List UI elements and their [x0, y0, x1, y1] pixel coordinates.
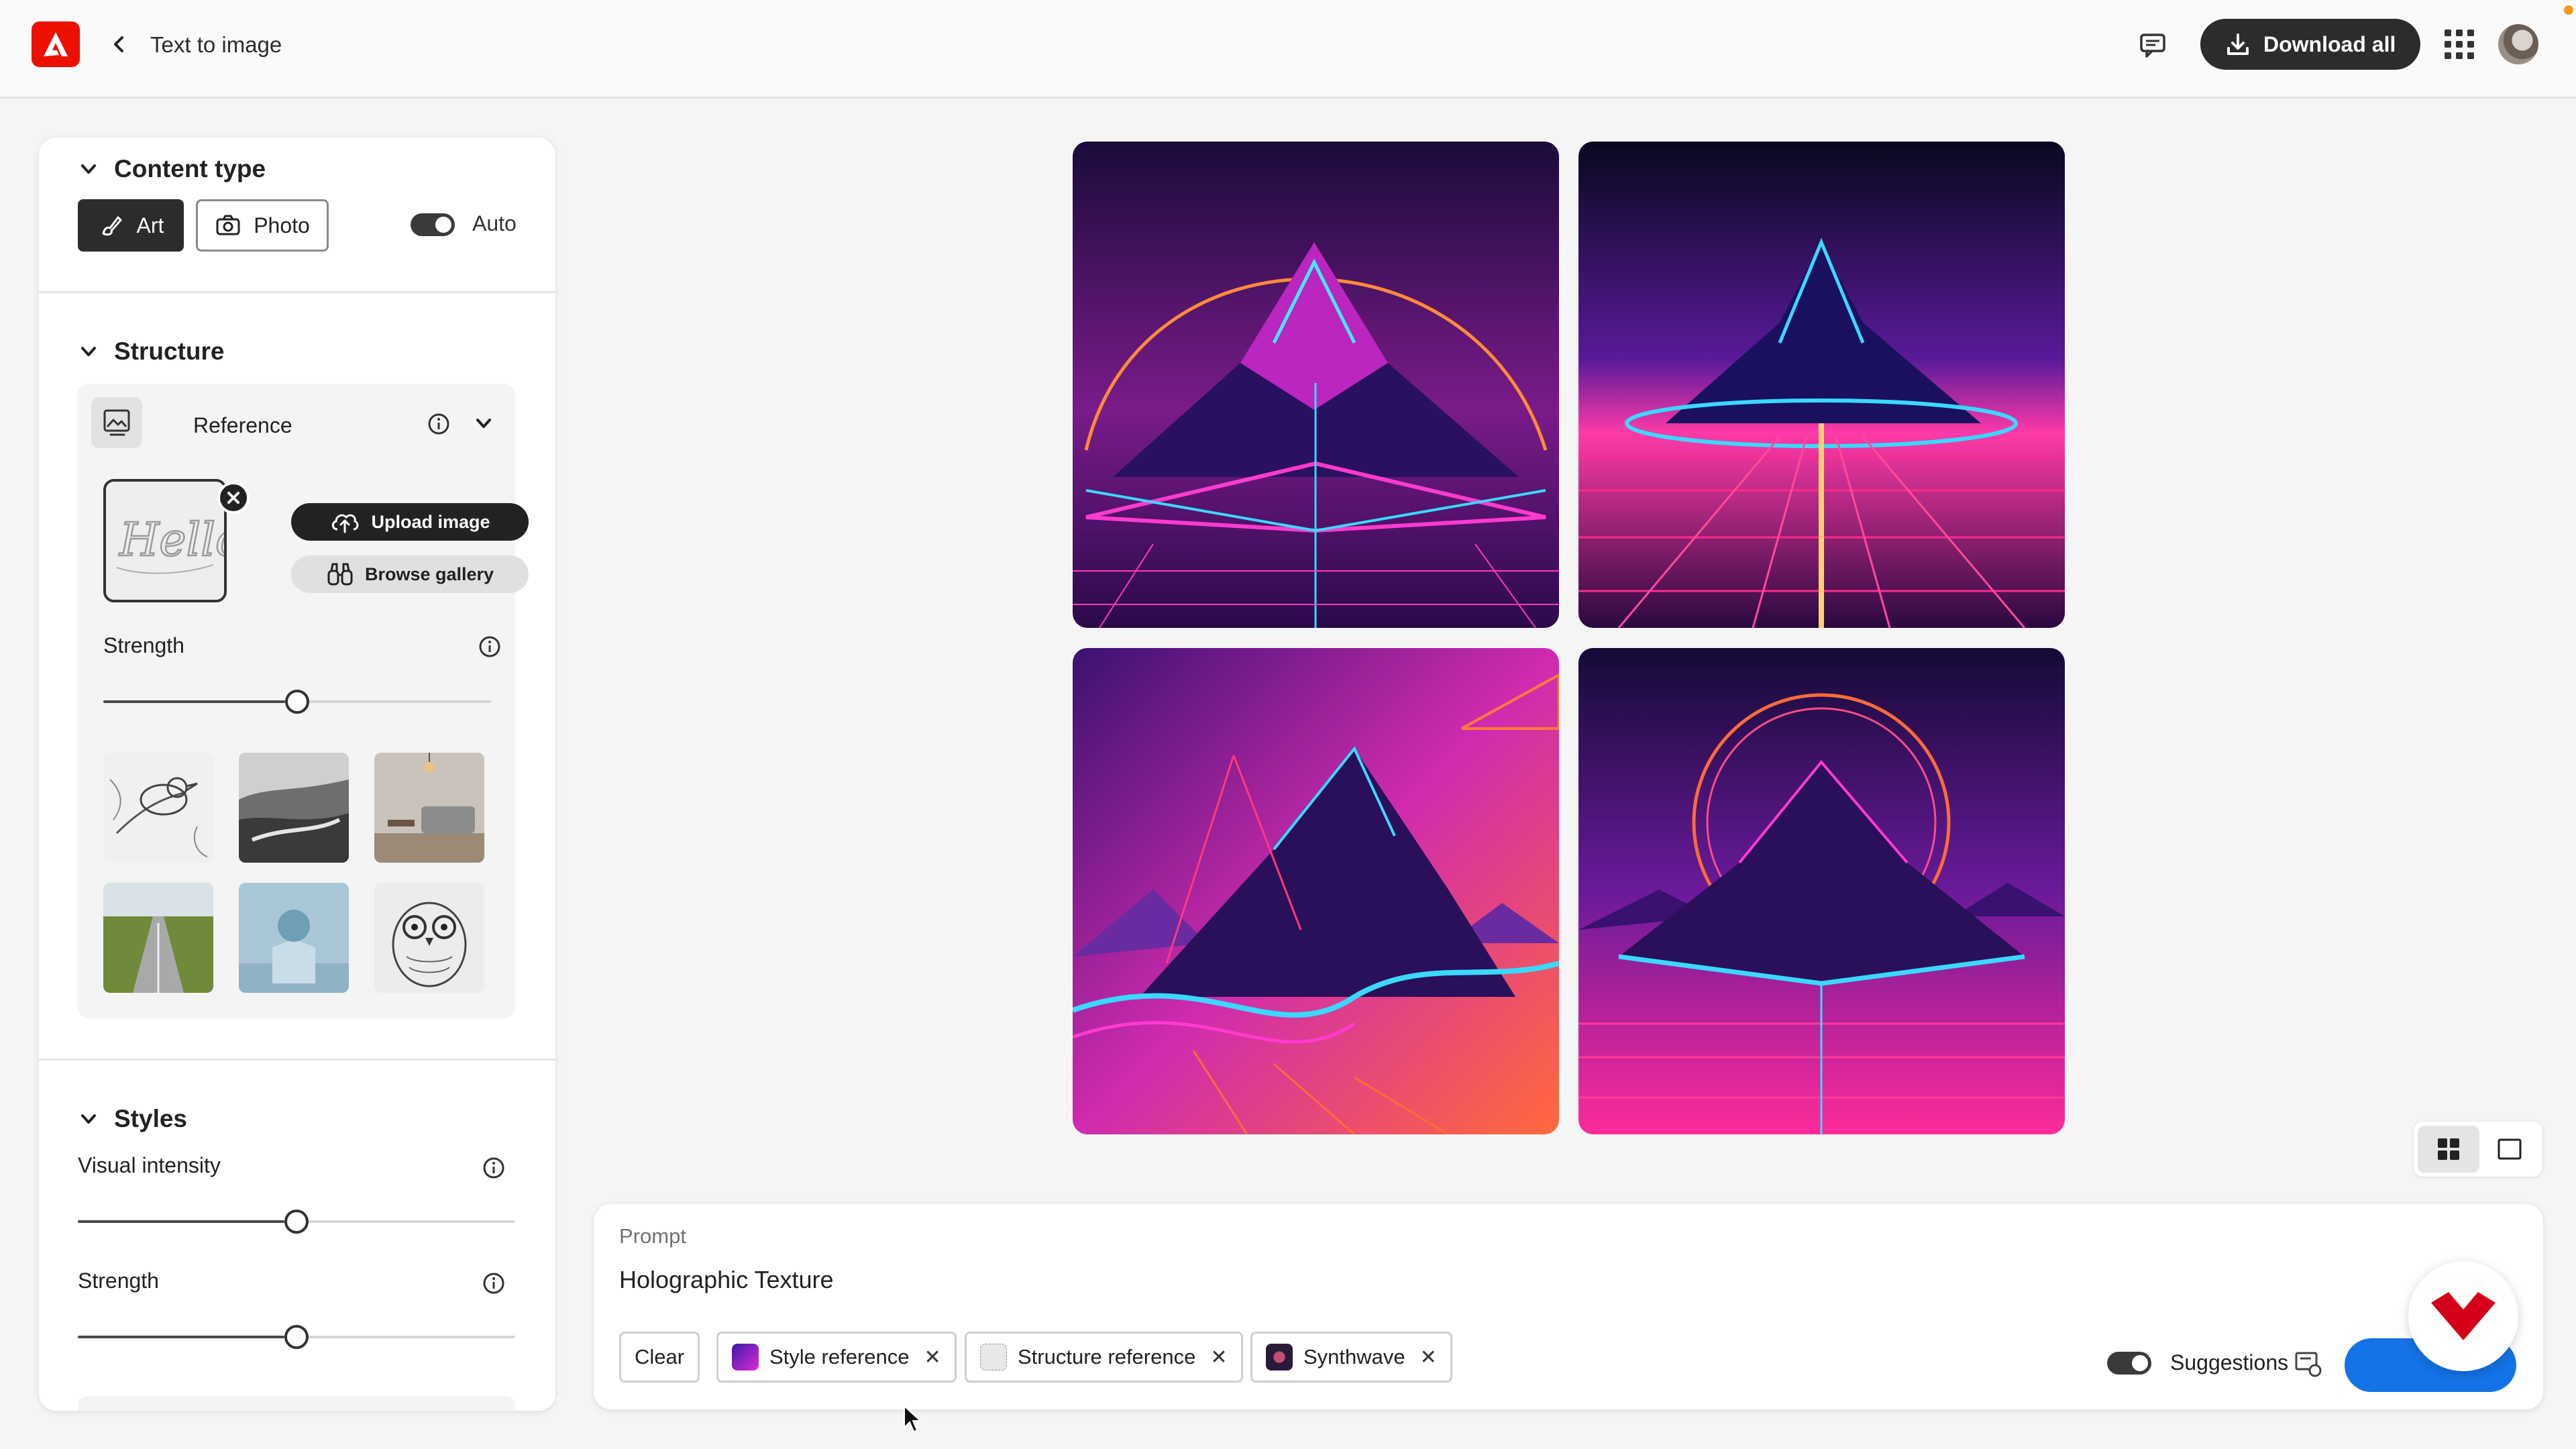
- visual-intensity-label: Visual intensity: [78, 1153, 221, 1177]
- back-chevron-icon[interactable]: [107, 32, 131, 56]
- structure-title: Structure: [114, 337, 225, 365]
- remove-chip-icon[interactable]: ✕: [1420, 1346, 1437, 1369]
- chevron-down-icon: [81, 1114, 96, 1124]
- view-mode-toggle: [2414, 1122, 2542, 1177]
- structure-reference-card: Reference Hello Upload i: [78, 384, 529, 1018]
- top-bar: Text to image Download all: [0, 0, 2576, 99]
- structure-reference-swatch-icon: [980, 1344, 1007, 1371]
- apps-grid-icon[interactable]: [2445, 30, 2474, 59]
- generated-image-2[interactable]: [1578, 142, 2065, 628]
- styles-title: Styles: [114, 1105, 188, 1132]
- structure-strength-slider[interactable]: [103, 690, 491, 714]
- grid-view-icon[interactable]: [2418, 1126, 2479, 1173]
- clear-label: Clear: [635, 1345, 685, 1368]
- styles-strength-label: Strength: [78, 1269, 159, 1293]
- info-icon[interactable]: [482, 1156, 506, 1180]
- chevron-down-icon[interactable]: [474, 413, 494, 433]
- gallery-thumb-sphere-on-cube[interactable]: [239, 883, 349, 993]
- notification-dot: [2564, 5, 2573, 15]
- info-icon[interactable]: [478, 635, 502, 659]
- reference-label: Reference: [193, 413, 292, 437]
- auto-label: Auto: [472, 211, 517, 235]
- style-reference-swatch-icon: [732, 1344, 759, 1371]
- visual-intensity-slider[interactable]: [78, 1210, 515, 1234]
- generated-image-3[interactable]: [1073, 648, 1559, 1134]
- upload-image-label: Upload image: [371, 511, 490, 532]
- info-icon[interactable]: [482, 1271, 506, 1295]
- synthwave-chip[interactable]: Synthwave ✕: [1250, 1332, 1452, 1383]
- suggestions-label: Suggestions: [2170, 1350, 2289, 1375]
- slider-thumb[interactable]: [285, 690, 309, 714]
- photo-label: Photo: [254, 213, 310, 237]
- content-type-photo-button[interactable]: Photo: [196, 199, 329, 252]
- slider-thumb[interactable]: [284, 1210, 309, 1234]
- single-view-icon[interactable]: [2481, 1126, 2538, 1173]
- browse-gallery-button[interactable]: Browse gallery: [291, 555, 529, 593]
- content-type-art-button[interactable]: Art: [78, 199, 184, 252]
- section-divider: [39, 291, 555, 293]
- info-icon[interactable]: [427, 412, 451, 436]
- settings-panel: Content type Art Photo Auto Structure Re…: [39, 138, 555, 1411]
- clear-button[interactable]: Clear: [619, 1332, 700, 1383]
- suggestions-toggle[interactable]: [2107, 1352, 2151, 1375]
- gallery-thumb-owl-sketch[interactable]: [374, 883, 484, 993]
- slider-fill: [78, 1336, 284, 1338]
- remove-chip-icon[interactable]: ✕: [1210, 1346, 1227, 1369]
- styles-strength-slider[interactable]: [78, 1325, 515, 1349]
- gallery-thumb-road-field[interactable]: [103, 883, 213, 993]
- synthwave-label: Synthwave: [1303, 1345, 1405, 1368]
- remove-chip-icon[interactable]: ✕: [924, 1346, 941, 1369]
- chevron-down-icon: [81, 164, 96, 174]
- remove-reference-icon[interactable]: [217, 482, 250, 514]
- styles-header[interactable]: Styles: [79, 1105, 187, 1133]
- structure-reference-label: Structure reference: [1018, 1345, 1196, 1368]
- gallery-thumb-misty-hills[interactable]: [239, 753, 349, 863]
- slider-fill: [78, 1220, 284, 1223]
- auto-toggle[interactable]: [411, 213, 455, 236]
- prompt-input[interactable]: Holographic Texture: [619, 1266, 834, 1294]
- feedback-comment-icon[interactable]: [2137, 30, 2168, 60]
- generated-image-1[interactable]: [1073, 142, 1559, 628]
- structure-reference-chip[interactable]: Structure reference ✕: [965, 1332, 1243, 1383]
- content-type-header[interactable]: Content type: [79, 155, 266, 183]
- download-icon: [2227, 34, 2249, 55]
- slider-fill: [103, 700, 285, 703]
- suggestions-settings-icon[interactable]: [2294, 1349, 2323, 1379]
- svg-text:Hello: Hello: [118, 514, 224, 567]
- structure-strength-label: Strength: [103, 633, 184, 657]
- assistant-logo-icon[interactable]: [2408, 1261, 2518, 1371]
- camera-icon: [216, 215, 240, 235]
- user-avatar[interactable]: [2498, 24, 2538, 64]
- content-type-title: Content type: [114, 155, 266, 182]
- style-reference-chip[interactable]: Style reference ✕: [716, 1332, 957, 1383]
- adobe-logo-icon[interactable]: [32, 21, 80, 67]
- brush-icon: [102, 216, 122, 236]
- chevron-down-icon: [81, 347, 96, 356]
- gallery-thumb-living-room[interactable]: [374, 753, 484, 863]
- prompt-label: Prompt: [619, 1224, 686, 1248]
- section-divider: [39, 1059, 555, 1061]
- browse-gallery-label: Browse gallery: [364, 564, 494, 584]
- reference-image-icon: [91, 397, 142, 448]
- cloud-upload-icon: [332, 514, 359, 533]
- slider-thumb[interactable]: [284, 1325, 309, 1349]
- prompt-bar: Prompt Holographic Texture Clear Style r…: [594, 1204, 2543, 1409]
- mouse-cursor-icon: [904, 1405, 922, 1433]
- download-all-label: Download all: [2263, 32, 2396, 56]
- art-label: Art: [136, 213, 164, 237]
- structure-header[interactable]: Structure: [79, 337, 224, 366]
- page-title: Text to image: [150, 32, 282, 57]
- upload-image-button[interactable]: Upload image: [291, 503, 529, 541]
- reference-thumbnail[interactable]: Hello: [103, 479, 227, 602]
- style-reference-label: Style reference: [769, 1345, 910, 1368]
- download-all-button[interactable]: Download all: [2200, 19, 2420, 70]
- generated-image-4[interactable]: [1578, 648, 2065, 1134]
- next-section-card: [78, 1396, 515, 1411]
- synthwave-swatch-icon: [1266, 1344, 1293, 1371]
- binoculars-icon: [327, 563, 353, 586]
- gallery-thumb-bird-sketch[interactable]: [103, 753, 213, 863]
